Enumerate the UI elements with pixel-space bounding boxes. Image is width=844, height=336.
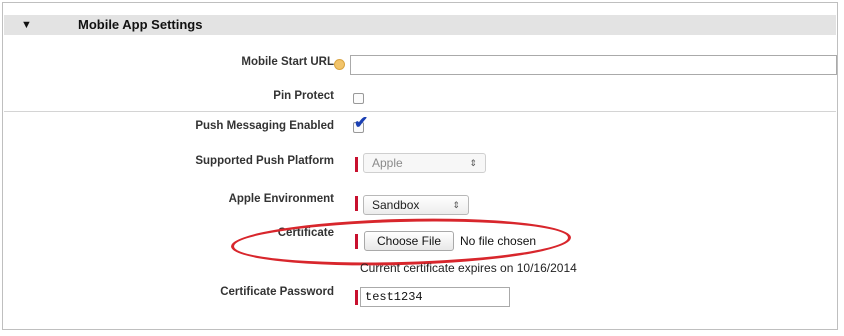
certificate-expiry-note: Current certificate expires on 10/16/201… <box>360 261 577 275</box>
mobile-start-url-input[interactable] <box>350 55 837 75</box>
required-marker <box>355 234 358 249</box>
select-arrows-icon: ⇕ <box>452 200 460 210</box>
pin-protect-label: Pin Protect <box>273 90 334 102</box>
settings-panel: ▼ Mobile App Settings Mobile Start URL P… <box>2 2 838 330</box>
file-status-text: No file chosen <box>460 234 537 248</box>
required-marker <box>355 290 358 305</box>
push-platform-label: Supported Push Platform <box>195 155 334 167</box>
checkmark-icon: ✔ <box>354 113 369 132</box>
required-marker <box>355 196 358 211</box>
divider <box>4 111 836 112</box>
mobile-start-url-label: Mobile Start URL <box>241 56 334 68</box>
push-platform-select[interactable]: Apple ⇕ <box>363 153 486 173</box>
certificate-label: Certificate <box>277 227 334 239</box>
apple-environment-label: Apple Environment <box>228 193 334 205</box>
section-header[interactable]: ▼ Mobile App Settings <box>4 15 836 35</box>
certificate-password-label: Certificate Password <box>220 286 334 298</box>
certificate-password-input[interactable] <box>360 287 510 307</box>
info-icon[interactable] <box>334 59 345 70</box>
push-platform-value: Apple <box>372 156 403 170</box>
required-marker <box>355 157 358 172</box>
pin-protect-checkbox[interactable] <box>353 93 364 104</box>
choose-file-button[interactable]: Choose File <box>364 231 454 251</box>
apple-environment-value: Sandbox <box>372 198 420 212</box>
apple-environment-select[interactable]: Sandbox ⇕ <box>363 195 469 215</box>
triangle-down-icon[interactable]: ▼ <box>21 16 32 34</box>
section-title: Mobile App Settings <box>78 17 203 32</box>
push-messaging-label: Push Messaging Enabled <box>195 120 334 132</box>
select-arrows-icon: ⇕ <box>469 158 477 168</box>
